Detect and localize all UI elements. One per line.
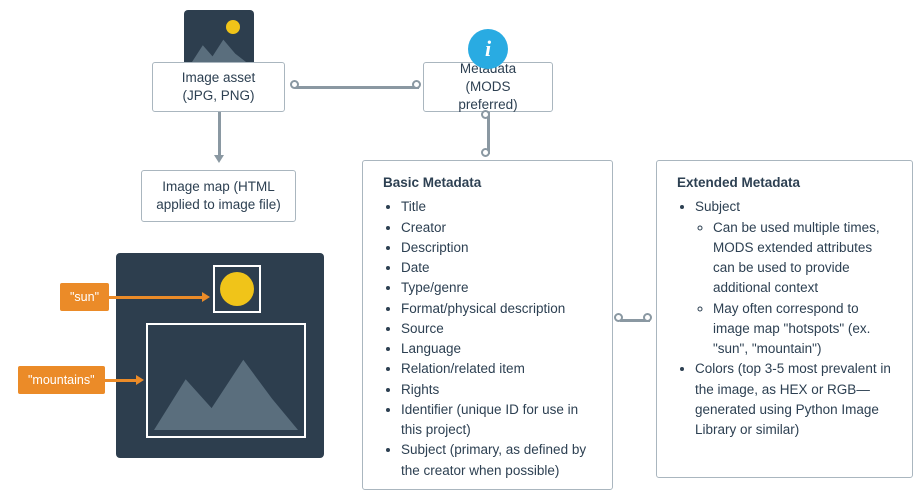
tag-mountains-label: "mountains" bbox=[28, 373, 95, 387]
list-item: Subject (primary, as defined by the crea… bbox=[401, 440, 596, 481]
list-item: Type/genre bbox=[401, 278, 596, 298]
extended-metadata-title: Extended Metadata bbox=[677, 173, 896, 193]
tag-sun: "sun" bbox=[60, 283, 109, 311]
connector-dot bbox=[643, 313, 652, 322]
list-item: Rights bbox=[401, 380, 596, 400]
mountains-icon bbox=[154, 352, 298, 430]
hotspot-sun bbox=[213, 265, 261, 313]
basic-metadata-list: Title Creator Description Date Type/genr… bbox=[383, 197, 596, 481]
image-asset-label: Image asset (JPG, PNG) bbox=[167, 69, 270, 105]
mountains-icon bbox=[192, 34, 246, 62]
image-map-box: Image map (HTML applied to image file) bbox=[141, 170, 296, 222]
arrow-icon bbox=[136, 375, 144, 385]
list-item: Date bbox=[401, 258, 596, 278]
connector-dot bbox=[412, 80, 421, 89]
list-item: Title bbox=[401, 197, 596, 217]
image-asset-box: Image asset (JPG, PNG) bbox=[152, 62, 285, 112]
connector-asset-metadata bbox=[295, 86, 419, 89]
arrow-icon bbox=[202, 292, 210, 302]
connector-dot bbox=[481, 148, 490, 157]
connector-dot bbox=[614, 313, 623, 322]
extended-metadata-panel: Extended Metadata Subject Can be used mu… bbox=[656, 160, 913, 478]
info-icon: i bbox=[468, 29, 508, 69]
connector-dot bbox=[481, 110, 490, 119]
basic-metadata-panel: Basic Metadata Title Creator Description… bbox=[362, 160, 613, 490]
list-item: Creator bbox=[401, 218, 596, 238]
image-map-label: Image map (HTML applied to image file) bbox=[156, 178, 281, 214]
list-item: Source bbox=[401, 319, 596, 339]
connector-tag-mountains bbox=[100, 379, 138, 382]
sun-icon bbox=[226, 20, 240, 34]
list-item-label: Subject bbox=[695, 199, 740, 214]
image-map-graphic bbox=[116, 253, 324, 458]
connector-asset-imagemap bbox=[218, 112, 221, 157]
list-item: Language bbox=[401, 339, 596, 359]
list-item: Identifier (unique ID for use in this pr… bbox=[401, 400, 596, 441]
image-asset-icon bbox=[184, 10, 254, 70]
hotspot-mountains bbox=[146, 323, 306, 438]
tag-sun-label: "sun" bbox=[70, 290, 99, 304]
tag-mountains: "mountains" bbox=[18, 366, 105, 394]
list-item: Description bbox=[401, 238, 596, 258]
connector-tag-sun bbox=[106, 296, 204, 299]
list-item: Colors (top 3-5 most prevalent in the im… bbox=[695, 359, 896, 440]
list-item: May often correspond to image map "hotsp… bbox=[713, 299, 896, 360]
basic-metadata-title: Basic Metadata bbox=[383, 173, 596, 193]
metadata-box: Metadata (MODS preferred) bbox=[423, 62, 553, 112]
list-item: Can be used multiple times, MODS extende… bbox=[713, 218, 896, 299]
connector-dot bbox=[290, 80, 299, 89]
sun-icon bbox=[220, 272, 254, 306]
list-item: Subject Can be used multiple times, MODS… bbox=[695, 197, 896, 359]
extended-metadata-list: Subject Can be used multiple times, MODS… bbox=[677, 197, 896, 440]
list-item: Relation/related item bbox=[401, 359, 596, 379]
list-item: Format/physical description bbox=[401, 299, 596, 319]
